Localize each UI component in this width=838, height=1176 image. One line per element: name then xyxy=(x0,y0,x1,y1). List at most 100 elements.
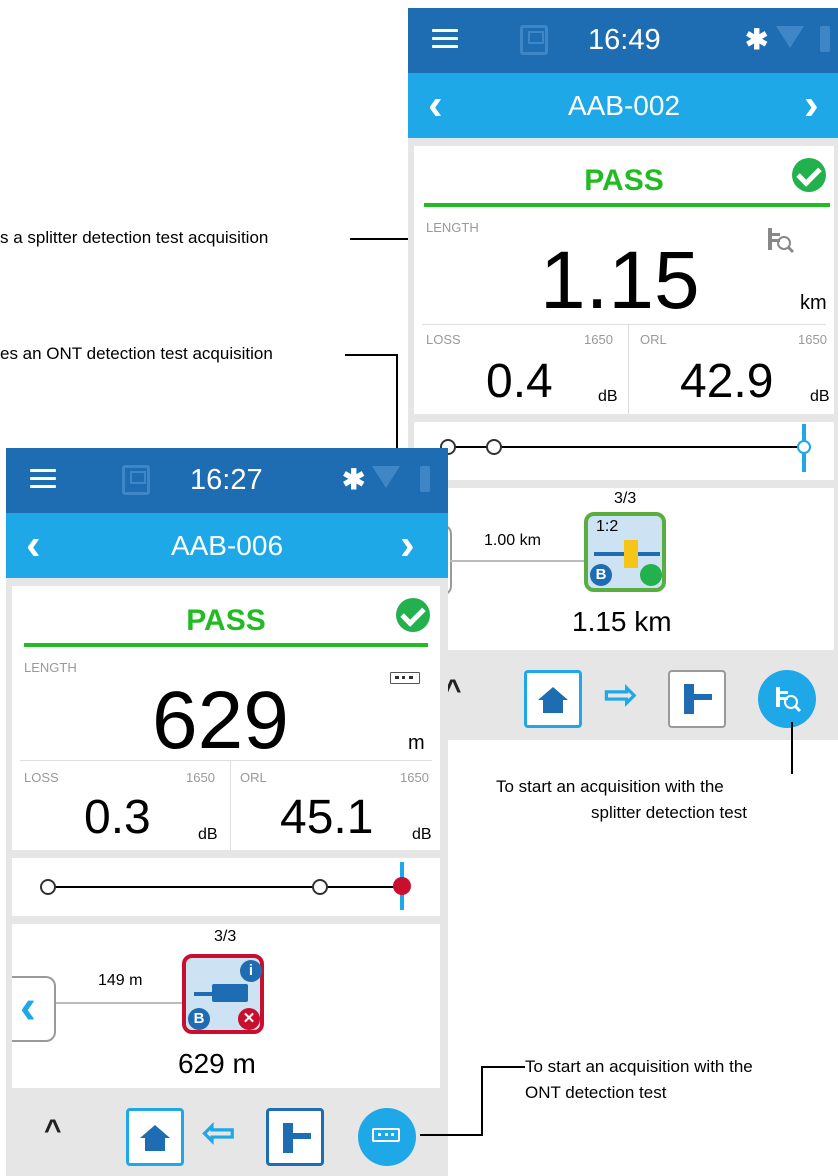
info-icon: i xyxy=(240,960,262,982)
leader-line-ont-start xyxy=(420,1134,482,1136)
caret-up-icon[interactable]: ^ xyxy=(44,1114,62,1148)
ont-detect-icon xyxy=(372,1128,400,1142)
loss-wavelength: 1650 xyxy=(584,332,613,347)
element-index: 3/3 xyxy=(214,928,237,945)
home-button[interactable] xyxy=(524,670,582,728)
orl-value: 42.9 xyxy=(680,355,774,408)
test-id-title: AAB-006 xyxy=(170,530,284,561)
divider xyxy=(230,760,231,850)
bottom-toolbar: ^ ⇨ xyxy=(408,658,838,740)
chevron-right-icon[interactable]: › xyxy=(804,83,819,127)
link-map: 3/3 1.00 km 1:2 B 1.15 km xyxy=(408,488,834,650)
leader-line-ont-start-vertical xyxy=(481,1066,483,1136)
ont-body xyxy=(212,984,248,1002)
element-check-icon xyxy=(640,564,662,586)
b-badge: B xyxy=(188,1008,210,1030)
pass-status: PASS xyxy=(186,604,266,637)
result-card: PASS LENGTH 1.15 km LOSS 1650 0.4 dB ORL… xyxy=(414,146,834,414)
save-icon[interactable] xyxy=(122,465,150,495)
length-label: LENGTH xyxy=(24,660,77,675)
status-bar: 16:49 ✱ xyxy=(408,8,838,73)
orl-value: 45.1 xyxy=(280,791,374,844)
loss-unit: dB xyxy=(598,388,618,405)
divider xyxy=(628,324,629,414)
save-icon[interactable] xyxy=(520,25,548,55)
chevron-left-icon: ‹ xyxy=(20,981,36,1034)
slider-knob[interactable] xyxy=(312,879,328,895)
divider xyxy=(422,324,826,325)
splitter-detection-start-button[interactable] xyxy=(758,670,816,728)
orl-label: ORL xyxy=(240,770,267,785)
pass-line xyxy=(24,643,428,647)
loss-label: LOSS xyxy=(24,770,59,785)
slider-cursor-dot[interactable] xyxy=(797,440,811,454)
loss-wavelength: 1650 xyxy=(186,770,215,785)
chevron-right-icon[interactable]: › xyxy=(400,523,415,567)
battery-icon xyxy=(820,26,830,52)
callout-splitter-start-1: To start an acquisition with the xyxy=(496,777,724,796)
home-icon-body xyxy=(145,1137,165,1151)
ont-result-screen: 16:27 ✱ ‹ AAB-006 › PASS LENGTH 629 m LO… xyxy=(6,448,448,1176)
callout-splitter-start-2: splitter detection test xyxy=(591,803,747,822)
span-distance: 1.00 km xyxy=(484,532,541,549)
check-icon xyxy=(396,598,430,632)
length-label: LENGTH xyxy=(426,220,479,235)
loss-value: 0.3 xyxy=(84,791,151,844)
nav-bar: ‹ AAB-006 › xyxy=(6,513,448,578)
orl-unit: dB xyxy=(412,826,432,843)
home-icon-body xyxy=(543,699,563,713)
wifi-icon xyxy=(372,466,400,488)
position-slider[interactable] xyxy=(414,422,834,480)
splitter-element-icon[interactable]: 1:2 B xyxy=(584,512,666,592)
status-bar: 16:27 ✱ xyxy=(6,448,448,513)
splitter-detect-icon xyxy=(776,687,802,713)
element-button[interactable] xyxy=(668,670,726,728)
slider-track xyxy=(46,886,402,888)
ont-fiber xyxy=(194,992,214,996)
test-id-title: AAB-002 xyxy=(567,90,681,121)
element-position: 1.15 km xyxy=(572,606,672,637)
length-unit: m xyxy=(408,732,425,754)
orl-label: ORL xyxy=(640,332,667,347)
slider-knob[interactable] xyxy=(40,879,56,895)
slider-cursor-dot[interactable] xyxy=(393,877,411,895)
span-distance: 149 m xyxy=(98,972,143,989)
element-button[interactable] xyxy=(266,1108,324,1166)
length-unit: km xyxy=(800,292,827,314)
wifi-icon xyxy=(776,26,804,48)
bluetooth-icon: ✱ xyxy=(745,24,769,55)
menu-icon[interactable] xyxy=(432,29,458,53)
nav-bar: ‹ AAB-002 › xyxy=(408,73,838,138)
clock: 16:27 xyxy=(190,464,263,496)
bluetooth-icon: ✱ xyxy=(342,464,366,495)
ont-element-icon[interactable]: i B ✕ xyxy=(182,954,264,1034)
splitter-detect-icon xyxy=(768,228,795,254)
b-badge: B xyxy=(590,564,612,586)
fiber-line xyxy=(450,560,590,562)
bottom-toolbar: ^ ⇦ xyxy=(6,1096,448,1176)
callout-splitter-result: s a splitter detection test acquisition xyxy=(0,228,269,247)
loss-label: LOSS xyxy=(426,332,461,347)
length-value: 1.15 xyxy=(540,235,700,326)
ont-detection-start-button[interactable] xyxy=(358,1108,416,1166)
home-button[interactable] xyxy=(126,1108,184,1166)
splitter-ratio: 1:2 xyxy=(596,518,619,535)
link-map: ‹ 3/3 149 m i B ✕ 629 m xyxy=(12,924,440,1088)
pass-status: PASS xyxy=(584,164,664,197)
callout-ont-start-1: To start an acquisition with the xyxy=(525,1057,753,1076)
loss-unit: dB xyxy=(198,826,218,843)
length-value: 629 xyxy=(152,675,289,766)
menu-icon[interactable] xyxy=(30,469,56,493)
previous-element-button[interactable]: ‹ xyxy=(12,976,56,1042)
pass-line xyxy=(424,203,830,207)
splitter-body xyxy=(624,540,638,568)
position-slider[interactable] xyxy=(12,858,440,916)
orl-wavelength: 1650 xyxy=(798,332,827,347)
clock: 16:49 xyxy=(588,24,661,56)
battery-icon xyxy=(420,466,430,492)
loss-value: 0.4 xyxy=(486,355,553,408)
slider-knob[interactable] xyxy=(486,439,502,455)
callout-ont-result: es an ONT detection test acquisition xyxy=(0,344,273,363)
leader-line-ont-start-top xyxy=(481,1066,525,1068)
orl-unit: dB xyxy=(810,388,830,405)
